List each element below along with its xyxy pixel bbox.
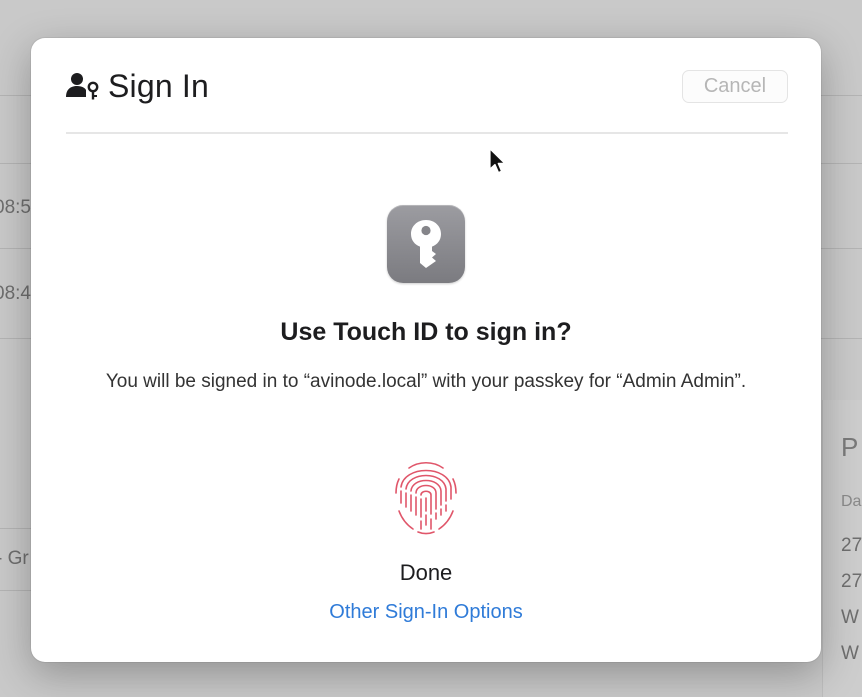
mouse-cursor-icon bbox=[489, 148, 506, 174]
dialog-header: Sign In Cancel bbox=[66, 68, 788, 104]
prompt-description: You will be signed in to “avinode.local”… bbox=[105, 371, 747, 392]
prompt-heading: Use Touch ID to sign in? bbox=[280, 318, 572, 346]
bg-divider bbox=[0, 528, 31, 529]
bg-time-text: 08:4 bbox=[0, 283, 31, 304]
bg-panel-row: W bbox=[841, 607, 859, 628]
key-icon bbox=[387, 205, 465, 283]
bg-panel-row: W bbox=[841, 643, 859, 664]
touch-id-status: Done bbox=[399, 560, 453, 585]
bg-panel-row: 27 bbox=[841, 571, 862, 592]
bg-divider bbox=[0, 248, 31, 249]
bg-divider bbox=[821, 338, 862, 339]
bg-divider bbox=[821, 163, 862, 164]
fingerprint-icon bbox=[395, 461, 457, 535]
bg-panel-row: 27 bbox=[841, 535, 862, 556]
sign-in-dialog: Sign In Cancel Use Touch ID to sign in? … bbox=[31, 38, 821, 662]
person-key-icon bbox=[66, 71, 100, 101]
bg-divider bbox=[0, 163, 31, 164]
bg-panel-title: P bbox=[841, 432, 859, 462]
bg-divider bbox=[0, 590, 31, 591]
header-divider bbox=[66, 132, 788, 134]
bg-time-text: 08:5 bbox=[0, 197, 31, 218]
bg-group-text: - Gr bbox=[0, 548, 29, 569]
bg-divider bbox=[0, 95, 31, 96]
bg-divider bbox=[821, 248, 862, 249]
bg-divider bbox=[0, 338, 31, 339]
bg-panel-label: Da bbox=[841, 493, 862, 510]
bg-right-panel: P Da 27 27 W W bbox=[822, 400, 862, 697]
cancel-button[interactable]: Cancel bbox=[682, 70, 788, 103]
dialog-title: Sign In bbox=[108, 67, 210, 104]
other-sign-in-options-link[interactable]: Other Sign-In Options bbox=[31, 601, 821, 624]
bg-divider bbox=[821, 95, 862, 96]
